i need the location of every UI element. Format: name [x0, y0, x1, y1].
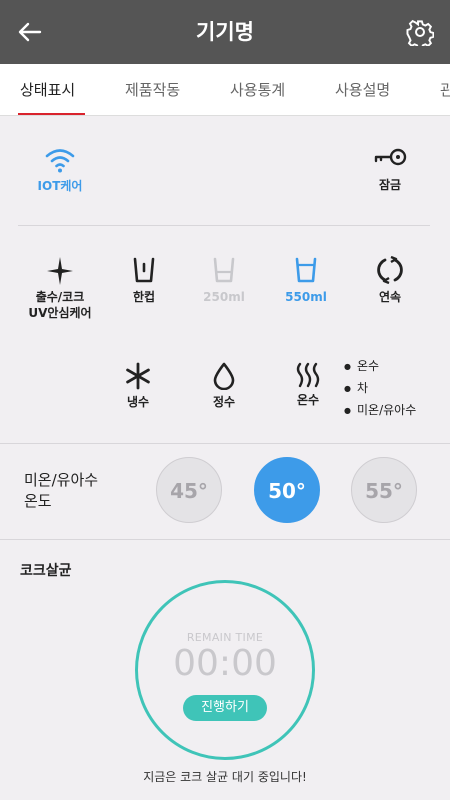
- wifi-icon: [45, 149, 75, 173]
- section-title-sterilization: 코크살균: [20, 563, 72, 579]
- hot-water-label: 온수: [296, 393, 320, 407]
- cup-icon: [295, 257, 317, 283]
- dispense-label: 출수/코크: [35, 290, 85, 304]
- cup-icon: [213, 257, 235, 283]
- lock-status: 잠금: [358, 146, 422, 193]
- one-cup-label: 한컵: [132, 290, 156, 304]
- dispense-uv-care[interactable]: 출수/코크 UV안심케어: [14, 256, 106, 321]
- tab-statistics[interactable]: 사용통계: [230, 64, 285, 115]
- status-message: 지금은 코크 살균 대기 중입니다!: [143, 770, 307, 784]
- divider: [0, 443, 450, 444]
- cold-water-label: 냉수: [126, 395, 150, 409]
- tab-status[interactable]: 상태표시: [20, 64, 75, 115]
- ml250-label: 250ml: [203, 290, 245, 304]
- tab-bar: 상태표시 제품작동 사용통계 사용설명 관: [0, 64, 450, 116]
- continuous-label: 연속: [378, 290, 402, 304]
- one-cup-button[interactable]: 한컵: [112, 256, 176, 305]
- gear-icon[interactable]: [406, 18, 435, 50]
- temperature-label: 미온/유아수 온도: [24, 470, 98, 512]
- ml250-button[interactable]: 250ml: [192, 256, 256, 305]
- cold-water-button[interactable]: 냉수: [106, 362, 170, 410]
- sparkle-icon: [47, 257, 73, 285]
- purified-water-button[interactable]: 정수: [192, 362, 256, 410]
- tab-manual[interactable]: 사용설명: [335, 64, 390, 115]
- uv-care-label: UV안심케어: [28, 306, 92, 320]
- hot-option-tea: 차: [344, 378, 416, 400]
- snowflake-icon: [126, 362, 150, 390]
- cup-icon: [133, 257, 155, 283]
- remain-time-value: 00:00: [173, 643, 277, 684]
- start-sterilization-button[interactable]: 진행하기: [183, 695, 267, 721]
- iot-status: IOT케어: [20, 146, 100, 194]
- lock-label: 잠금: [378, 178, 402, 192]
- divider: [0, 539, 450, 540]
- page-title: 기기명: [196, 20, 254, 44]
- hot-option-hot: 온수: [344, 356, 416, 378]
- refresh-icon: [377, 256, 403, 284]
- temp-55-button[interactable]: 55°: [351, 457, 417, 523]
- droplet-icon: [213, 362, 235, 390]
- ml550-button[interactable]: 550ml: [274, 256, 338, 305]
- tab-more[interactable]: 관: [440, 64, 450, 115]
- hot-option-lukewarm: 미온/유아수: [344, 400, 416, 422]
- continuous-button[interactable]: 연속: [358, 256, 422, 305]
- temperature-label-line2: 온도: [24, 492, 52, 510]
- app-header: 기기명: [0, 0, 450, 64]
- hot-options-list: 온수 차 미온/유아수: [344, 356, 416, 422]
- temp-45-button[interactable]: 45°: [156, 457, 222, 523]
- tab-operation[interactable]: 제품작동: [125, 64, 180, 115]
- purified-water-label: 정수: [212, 395, 236, 409]
- divider: [18, 225, 430, 226]
- steam-icon: [296, 362, 320, 388]
- temp-50-button[interactable]: 50°: [254, 457, 320, 523]
- active-tab-indicator: [18, 113, 85, 115]
- ml550-label: 550ml: [285, 290, 327, 304]
- hot-water-button[interactable]: 온수: [276, 362, 340, 408]
- temperature-label-line1: 미온/유아수: [24, 471, 99, 489]
- iot-label: IOT케어: [37, 179, 83, 193]
- key-icon: [374, 148, 407, 166]
